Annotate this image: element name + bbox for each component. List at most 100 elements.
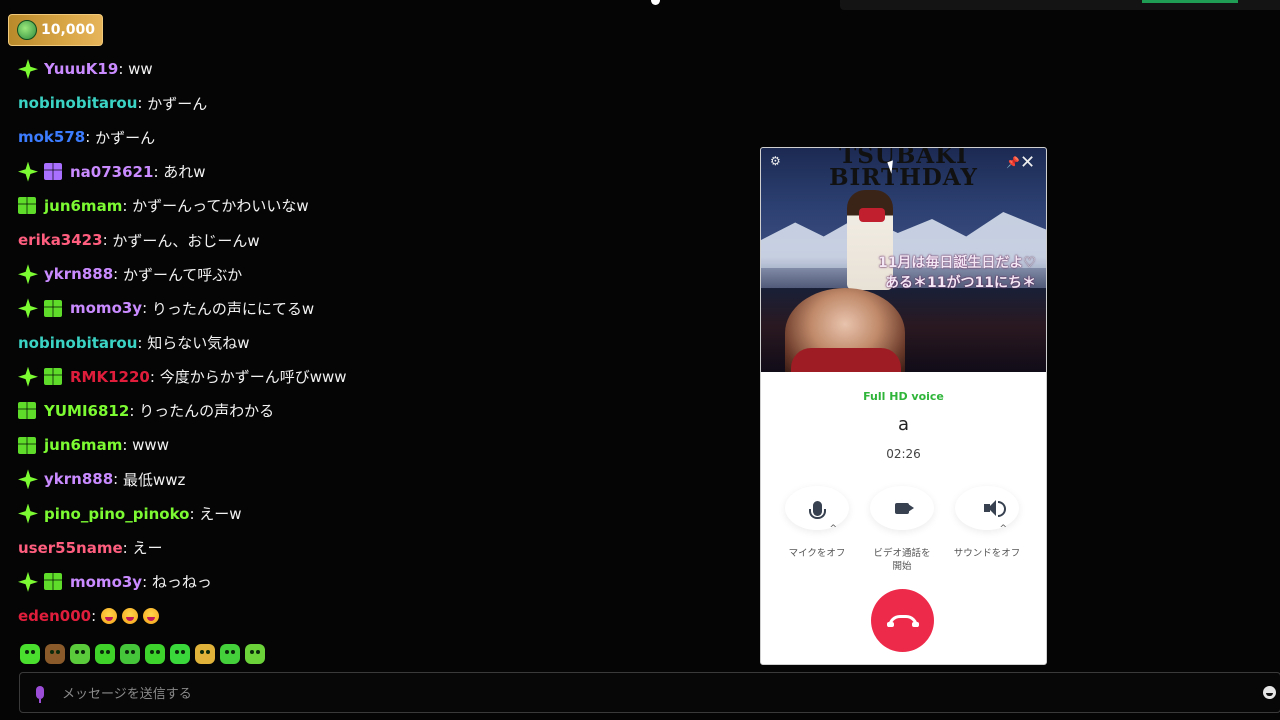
banner-portrait-scarf bbox=[791, 348, 901, 372]
chat-message: momo3y: ねっねっ bbox=[18, 565, 738, 599]
chat-username[interactable]: nobinobitarou bbox=[18, 94, 137, 112]
close-icon[interactable]: ✕ bbox=[1020, 152, 1035, 173]
phone-hangup-icon bbox=[886, 614, 919, 627]
call-duration: 02:26 bbox=[886, 447, 921, 461]
chat-username[interactable]: ykrn888 bbox=[44, 470, 113, 488]
chat-username[interactable]: pino_pino_pinoko bbox=[44, 505, 189, 523]
chat-message: RMK1220: 今度からかずーん呼びwww bbox=[18, 360, 738, 394]
emote-icon[interactable] bbox=[120, 644, 140, 664]
chat-message: momo3y: りったんの声ににてるw bbox=[18, 291, 738, 325]
sound-options-caret-icon[interactable]: ^ bbox=[999, 524, 1007, 534]
chat-message-text: かずーん bbox=[95, 128, 156, 147]
mute-sound-button[interactable]: ^ bbox=[955, 486, 1019, 534]
start-video-label: ビデオ通話を 開始 bbox=[862, 547, 942, 573]
chat-separator: : bbox=[189, 504, 200, 523]
start-video-label-line1: ビデオ通話を bbox=[873, 548, 931, 559]
chat-message: erika3423: かずーん、おじーんw bbox=[18, 223, 738, 257]
chat-username[interactable]: YUMI6812 bbox=[44, 402, 129, 420]
start-video-button[interactable] bbox=[870, 486, 934, 530]
emote-icon[interactable] bbox=[220, 644, 240, 664]
chat-separator: : bbox=[142, 299, 152, 318]
chat-username[interactable]: nobinobitarou bbox=[18, 334, 137, 352]
chat-message: mok578: かずーん bbox=[18, 120, 738, 154]
subscriber-star-icon bbox=[18, 298, 38, 319]
coin-icon bbox=[17, 20, 37, 40]
chat-username[interactable]: eden000 bbox=[18, 607, 91, 625]
chat-list: YuuuK19: ww nobinobitarou: かずーん mok578: かず… bbox=[18, 52, 738, 633]
emoji-icon[interactable] bbox=[1263, 686, 1276, 699]
chat-message-text: あれw bbox=[163, 163, 206, 182]
gift-badge-icon bbox=[18, 436, 36, 454]
chat-input-bar[interactable]: メッセージを送信する bbox=[19, 672, 1280, 713]
banner-title-line2: BIRTHDAY bbox=[829, 164, 978, 191]
emote-icon[interactable] bbox=[20, 644, 40, 664]
indicator-dot bbox=[651, 0, 660, 5]
chat-message-text: えーw bbox=[199, 505, 242, 524]
emote-icon[interactable] bbox=[70, 644, 90, 664]
mute-sound-label: サウンドをオフ bbox=[953, 548, 1021, 559]
chat-message: jun6mam: www bbox=[18, 428, 738, 462]
chat-message: na073621: あれw bbox=[18, 155, 738, 189]
chat-username[interactable]: jun6mam bbox=[44, 436, 122, 454]
chat-username[interactable]: ykrn888 bbox=[44, 265, 113, 283]
chat-message-text: かずーんってかわいいなw bbox=[132, 197, 309, 216]
chat-username[interactable]: momo3y bbox=[70, 573, 142, 591]
start-video-label-line2: 開始 bbox=[892, 561, 912, 572]
mic-options-caret-icon[interactable]: ^ bbox=[829, 524, 837, 534]
caller-name: a bbox=[897, 414, 910, 435]
chat-input-placeholder[interactable]: メッセージを送信する bbox=[62, 683, 192, 702]
laughing-emoji-icon bbox=[121, 608, 138, 625]
chat-username[interactable]: user55name bbox=[18, 539, 123, 557]
subscriber-star-icon bbox=[18, 503, 38, 524]
subscriber-star-icon bbox=[18, 59, 38, 80]
chat-separator: : bbox=[113, 265, 123, 284]
subscriber-star-icon bbox=[18, 469, 38, 490]
speaker-icon bbox=[984, 500, 1006, 517]
coin-balance-badge[interactable]: 10,000 bbox=[8, 14, 103, 46]
chat-username[interactable]: na073621 bbox=[70, 163, 153, 181]
chat-separator: : bbox=[129, 401, 140, 420]
emote-bar bbox=[20, 644, 265, 664]
gift-badge-icon bbox=[18, 402, 36, 420]
mute-mic-label: マイクをオフ bbox=[788, 548, 846, 559]
mute-mic-button[interactable]: ^ bbox=[785, 486, 849, 534]
hang-up-button[interactable] bbox=[871, 589, 934, 652]
chat-separator: : bbox=[142, 572, 152, 591]
chat-message: eden000: bbox=[18, 599, 738, 633]
settings-icon[interactable]: ⚙ bbox=[770, 154, 781, 168]
chat-message-text: りったんの声ににてるw bbox=[151, 299, 315, 318]
banner-caption-line1: 11月は毎日誕生日だよ♡ bbox=[877, 255, 1036, 271]
chat-username[interactable]: mok578 bbox=[18, 128, 85, 146]
chat-separator: : bbox=[122, 196, 133, 215]
chat-message: YUMI6812: りったんの声わかる bbox=[18, 394, 738, 428]
call-widget: TSUBAKI BIRTHDAY 11月は毎日誕生日だよ♡ ある＊11がつ11に… bbox=[760, 147, 1047, 665]
pin-icon[interactable]: 📌 bbox=[1006, 156, 1020, 169]
chat-message: pino_pino_pinoko: えーw bbox=[18, 496, 738, 530]
top-right-panel bbox=[840, 0, 1280, 10]
chat-username[interactable]: RMK1220 bbox=[70, 368, 150, 386]
chat-message-text: 最低wwz bbox=[122, 470, 186, 489]
chat-separator: : bbox=[113, 470, 123, 489]
chat-username[interactable]: jun6mam bbox=[44, 197, 122, 215]
chat-message: ykrn888: かずーんて呼ぶか bbox=[18, 257, 738, 291]
emote-icon[interactable] bbox=[170, 644, 190, 664]
mic-icon[interactable] bbox=[36, 686, 44, 703]
emote-icon[interactable] bbox=[195, 644, 215, 664]
chat-separator: : bbox=[122, 436, 133, 455]
gift-badge-icon bbox=[18, 197, 36, 215]
emote-icon[interactable] bbox=[95, 644, 115, 664]
chat-message-text: かずーん、おじーんw bbox=[112, 231, 260, 250]
emote-icon[interactable] bbox=[145, 644, 165, 664]
chat-username[interactable]: momo3y bbox=[70, 299, 142, 317]
chat-username[interactable]: YuuuK19 bbox=[44, 60, 118, 78]
gift-badge-icon bbox=[44, 163, 62, 181]
chat-separator: : bbox=[102, 231, 113, 250]
chat-username[interactable]: erika3423 bbox=[18, 231, 103, 249]
chat-separator: : bbox=[149, 367, 160, 386]
emote-icon[interactable] bbox=[45, 644, 65, 664]
chat-message-text: えー bbox=[132, 539, 163, 558]
chat-separator: : bbox=[85, 128, 96, 147]
coin-amount: 10,000 bbox=[41, 22, 96, 38]
emote-icon[interactable] bbox=[245, 644, 265, 664]
chat-message: user55name: えー bbox=[18, 531, 738, 565]
